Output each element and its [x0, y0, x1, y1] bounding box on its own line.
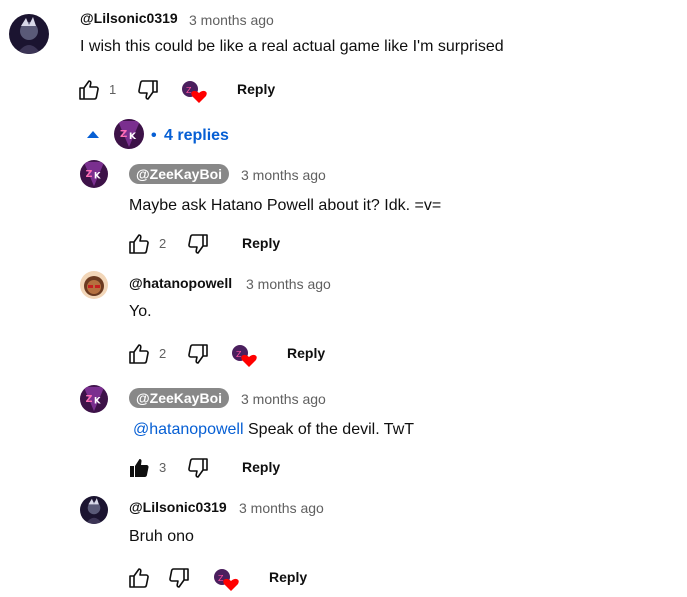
comment-text: I wish this could be like a real actual … [80, 38, 504, 55]
like-button[interactable] [127, 342, 151, 366]
svg-text:Z: Z [236, 350, 242, 359]
like-button[interactable] [127, 566, 151, 590]
dislike-button[interactable] [186, 456, 210, 480]
dislike-button[interactable] [136, 78, 160, 102]
comment-timestamp[interactable]: 3 months ago [241, 391, 326, 407]
collapse-replies-button[interactable] [86, 129, 100, 139]
avatar[interactable] [80, 496, 108, 524]
comment-timestamp[interactable]: 3 months ago [239, 500, 324, 516]
dislike-button[interactable] [167, 566, 191, 590]
creator-heart-badge: Z [181, 80, 207, 104]
svg-text:Z: Z [120, 129, 127, 140]
thumbs-down-icon [138, 80, 158, 100]
avatar[interactable]: ZK [80, 385, 108, 413]
svg-text:K: K [94, 396, 101, 406]
like-count: 2 [159, 236, 167, 251]
thumbs-up-icon [129, 344, 149, 364]
comment-text: Maybe ask Hatano Powell about it? Idk. =… [129, 197, 442, 214]
dislike-button[interactable] [186, 342, 210, 366]
thumbs-down-icon [169, 568, 189, 588]
comment-timestamp[interactable]: 3 months ago [241, 167, 326, 183]
reply-button[interactable]: Reply [242, 459, 280, 475]
thumbs-up-icon [79, 80, 99, 100]
thumbs-down-icon [188, 344, 208, 364]
svg-text:Z: Z [86, 169, 93, 180]
comment-body: @hatanopowell Speak of the devil. TwT [133, 421, 414, 439]
comment-text: Bruh ono [129, 528, 194, 545]
like-count: 2 [159, 346, 167, 361]
dislike-button[interactable] [186, 232, 210, 256]
comment-timestamp[interactable]: 3 months ago [189, 12, 274, 28]
thumbs-up-icon [129, 568, 149, 588]
comment-author[interactable]: @ZeeKayBoi [129, 388, 230, 408]
like-button[interactable] [77, 78, 101, 102]
comment-author[interactable]: @Lilsonic0319 [80, 10, 178, 26]
avatar[interactable]: ZK [80, 160, 108, 188]
svg-text:Z: Z [86, 394, 93, 405]
comment-author[interactable]: @hatanopowell [129, 275, 232, 291]
svg-text:Z: Z [218, 574, 224, 583]
svg-text:Z: Z [186, 86, 192, 95]
like-count: 3 [159, 460, 167, 475]
svg-text:K: K [129, 132, 137, 142]
creator-heart-badge: Z [231, 344, 257, 368]
avatar[interactable] [80, 271, 108, 299]
svg-text:K: K [94, 171, 101, 181]
thumbs-up-icon [129, 234, 149, 254]
reply-button[interactable]: Reply [237, 81, 275, 97]
chevron-up-icon [87, 131, 99, 138]
reply-button[interactable]: Reply [287, 345, 325, 361]
avatar: ZK [114, 119, 144, 149]
comment-author[interactable]: @ZeeKayBoi [129, 164, 230, 184]
replies-count[interactable]: 4 replies [164, 127, 229, 145]
comment-timestamp[interactable]: 3 months ago [246, 276, 331, 292]
comment-author[interactable]: @Lilsonic0319 [129, 499, 227, 515]
reply-button[interactable]: Reply [269, 569, 307, 585]
creator-heart-badge: Z [213, 568, 239, 592]
comment-text: Yo. [129, 303, 152, 320]
comment-text: Speak of the devil. TwT [248, 421, 415, 438]
user-mention-link[interactable]: @hatanopowell [133, 421, 244, 438]
reply-button[interactable]: Reply [242, 235, 280, 251]
like-button[interactable] [127, 232, 151, 256]
like-button-active[interactable] [127, 456, 151, 480]
thumbs-up-filled-icon [130, 459, 149, 477]
thumbs-down-icon [188, 234, 208, 254]
thumbs-down-icon [188, 458, 208, 478]
like-count: 1 [109, 82, 117, 97]
avatar[interactable] [9, 14, 49, 54]
replies-dot: • [151, 127, 157, 144]
